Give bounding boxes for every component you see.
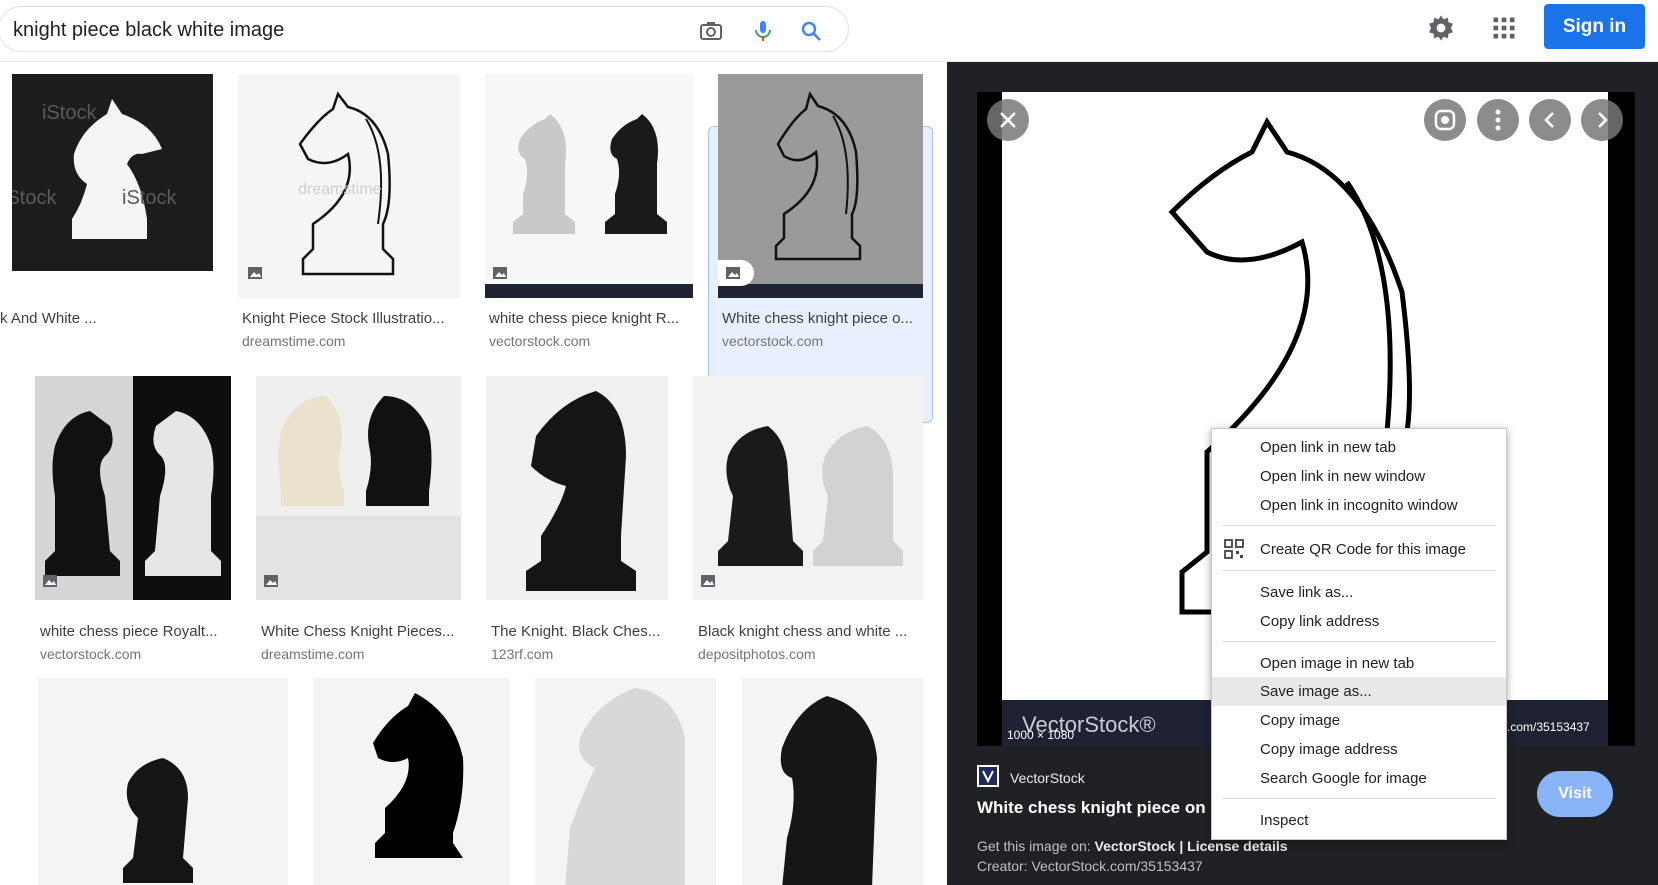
chevron-left-icon [1544, 112, 1554, 128]
more-vert-icon [1495, 109, 1501, 131]
cream-black-knights-image [256, 396, 461, 600]
result-title[interactable]: white chess piece Royalt... [40, 623, 230, 640]
menu-open-link-incognito[interactable]: Open link in incognito window [1212, 491, 1506, 520]
small-black-knight-image [123, 758, 193, 883]
result-thumbnail[interactable] [256, 376, 461, 600]
image-results-grid: iStock iStock iStock k And White ... dre… [0, 62, 947, 885]
settings-gear-icon[interactable] [1426, 13, 1456, 43]
result-thumbnail[interactable] [313, 678, 510, 885]
vectorstock-favicon-icon [977, 765, 999, 787]
image-badge-icon [43, 575, 57, 587]
result-thumbnail[interactable] [742, 678, 923, 885]
chevron-right-icon [1598, 112, 1608, 128]
result-thumbnail[interactable] [693, 376, 923, 600]
istock-watermark: iStock [12, 187, 57, 209]
get-image-prefix: Get this image on: [977, 838, 1091, 854]
black-knight-3d-image [780, 696, 877, 885]
result-title[interactable]: white chess piece knight R... [489, 310, 689, 327]
menu-inspect[interactable]: Inspect [1212, 806, 1506, 835]
menu-separator [1222, 798, 1496, 799]
result-source[interactable]: vectorstock.com [40, 646, 141, 662]
result-thumbnail[interactable] [486, 376, 668, 600]
result-thumbnail[interactable] [718, 74, 923, 298]
image-badge-icon [493, 267, 507, 279]
google-lens-icon [1434, 109, 1456, 131]
visit-button[interactable]: Visit [1537, 771, 1613, 817]
white-knight-3d-image [565, 688, 685, 885]
menu-copy-image-address[interactable]: Copy image address [1212, 735, 1506, 764]
menu-copy-link-address[interactable]: Copy link address [1212, 607, 1506, 636]
creator-credit: Creator: VectorStock.com/35153437 [977, 858, 1203, 874]
result-title[interactable]: The Knight. Black Ches... [491, 623, 671, 640]
result-title[interactable]: White chess knight piece o... [722, 310, 918, 327]
result-title[interactable]: Knight Piece Stock Illustratio... [242, 310, 458, 327]
split-knights-image [35, 376, 231, 600]
menu-separator [1222, 570, 1496, 571]
next-button[interactable] [1581, 99, 1623, 141]
menu-open-link-new-window[interactable]: Open link in new window [1212, 462, 1506, 491]
result-thumbnail[interactable] [485, 74, 693, 298]
menu-open-image-new-tab[interactable]: Open image in new tab [1212, 649, 1506, 678]
more-options-button[interactable] [1477, 99, 1519, 141]
license-details-link[interactable]: License details [1187, 838, 1287, 854]
result-source[interactable]: dreamstime.com [242, 333, 345, 349]
result-source[interactable]: vectorstock.com [489, 333, 590, 349]
separator: | [1179, 838, 1184, 854]
result-source[interactable]: dreamstime.com [261, 646, 364, 662]
result-thumbnail[interactable]: iStock iStock iStock [12, 74, 213, 271]
source-site-row[interactable]: VectorStock [977, 765, 1085, 792]
result-title[interactable]: White Chess Knight Pieces... [261, 623, 461, 640]
image-badge-icon [701, 575, 715, 587]
search-box[interactable]: knight piece black white image [0, 6, 849, 52]
get-image-site-link[interactable]: VectorStock [1095, 838, 1176, 854]
black-knight-photo-image [526, 391, 636, 591]
menu-create-qr-code[interactable]: Create QR Code for this image [1212, 535, 1506, 564]
image-badge-icon [264, 575, 278, 587]
outline-knight-image: dreamstime [298, 91, 395, 276]
result-thumbnail[interactable] [35, 376, 231, 600]
istock-watermark: iStock [42, 102, 97, 124]
google-apps-icon[interactable] [1490, 14, 1518, 42]
image-dimensions: 1000 × 1080 [1007, 728, 1075, 742]
top-bar: knight piece black white image Sign in [0, 0, 1658, 62]
white-knight-image: iStock iStock iStock [12, 99, 177, 239]
camera-icon[interactable] [699, 19, 723, 43]
menu-separator [1222, 525, 1496, 526]
previous-button[interactable] [1529, 99, 1571, 141]
istock-watermark: iStock [122, 187, 177, 209]
menu-save-link-as[interactable]: Save link as... [1212, 578, 1506, 607]
watermark-url: .com/35153437 [1507, 720, 1590, 734]
image-badge-icon [726, 267, 740, 279]
result-source[interactable]: depositphotos.com [698, 646, 816, 662]
black-white-knights-photo-image [718, 426, 903, 566]
lens-button[interactable] [1424, 99, 1466, 141]
sign-in-button[interactable]: Sign in [1544, 4, 1645, 49]
menu-save-image-as[interactable]: Save image as... [1212, 677, 1506, 706]
result-source[interactable]: vectorstock.com [722, 333, 823, 349]
context-menu: Open link in new tab Open link in new wi… [1211, 428, 1507, 840]
search-input[interactable]: knight piece black white image [13, 19, 284, 42]
result-title[interactable]: k And White ... [0, 310, 230, 327]
close-icon [1000, 112, 1016, 128]
image-badge-icon [248, 267, 262, 279]
result-thumbnail[interactable] [38, 678, 288, 885]
menu-open-link-new-tab[interactable]: Open link in new tab [1212, 433, 1506, 462]
menu-separator [1222, 641, 1496, 642]
microphone-icon[interactable] [751, 19, 775, 43]
get-image-line: Get this image on: VectorStock | License… [977, 838, 1288, 854]
silhouette-knight-image [373, 693, 464, 858]
result-thumbnail[interactable]: dreamstime [238, 74, 460, 298]
search-icon[interactable] [799, 19, 823, 43]
dreamstime-watermark: dreamstime [298, 181, 382, 198]
result-thumbnail[interactable] [535, 678, 716, 885]
result-source[interactable]: 123rf.com [491, 646, 553, 662]
source-site-name[interactable]: VectorStock [1010, 770, 1085, 786]
close-button[interactable] [987, 99, 1029, 141]
two-knights-image [485, 114, 693, 298]
preview-title[interactable]: White chess knight piece on [977, 798, 1206, 818]
menu-copy-image[interactable]: Copy image [1212, 706, 1506, 735]
result-title[interactable]: Black knight chess and white ... [698, 623, 920, 640]
menu-search-google-for-image[interactable]: Search Google for image [1212, 764, 1506, 793]
